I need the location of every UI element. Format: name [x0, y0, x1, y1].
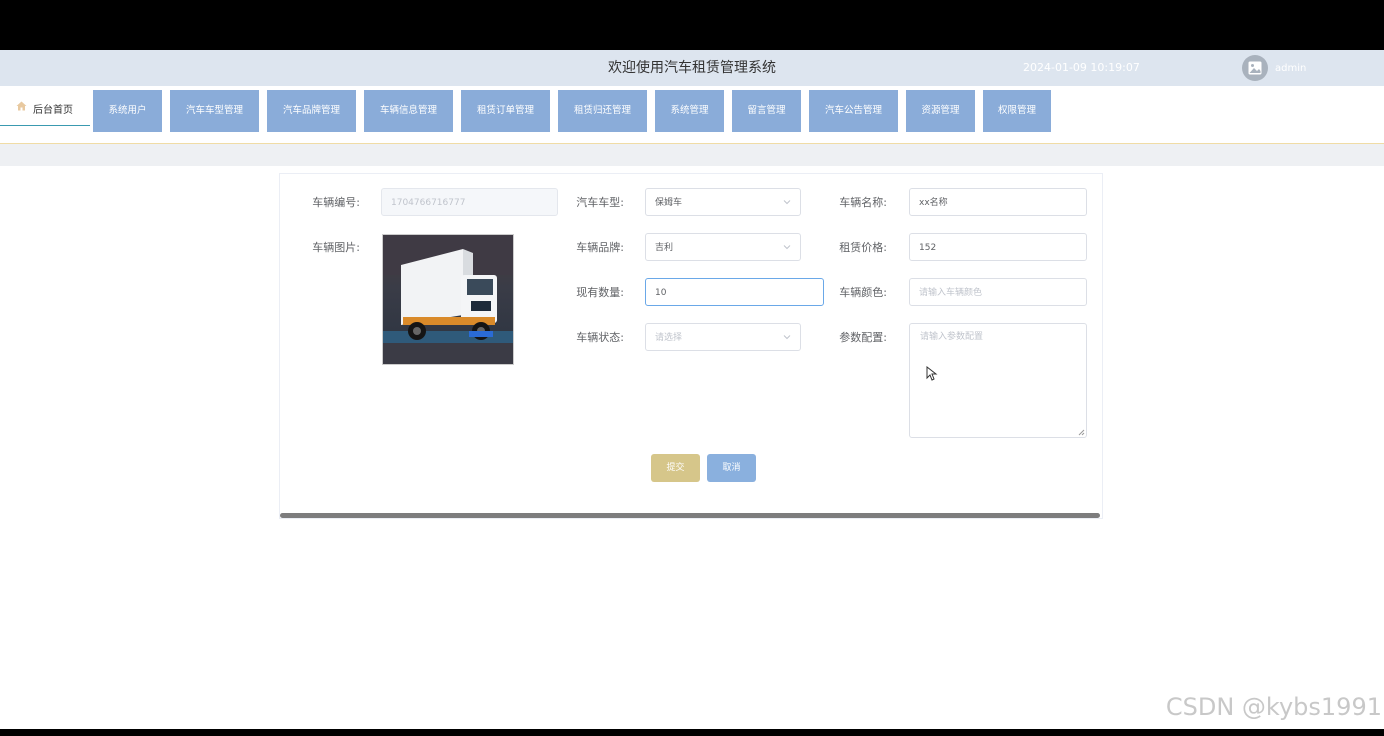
app-page: 欢迎使用汽车租赁管理系统 2024-01-09 10:19:07 admin 后…	[0, 50, 1384, 729]
vehicle-image-label: 车辆图片:	[312, 241, 360, 254]
chevron-down-icon	[783, 245, 791, 250]
quantity-label: 现有数量:	[576, 286, 624, 299]
resize-handle-icon[interactable]	[1078, 429, 1085, 436]
car-type-label: 汽车车型:	[576, 196, 624, 209]
status-placeholder: 请选择	[655, 333, 683, 343]
header-datetime: 2024-01-09 10:19:07	[1023, 61, 1140, 74]
truck-photo	[383, 235, 513, 364]
tab-home[interactable]: 后台首页	[0, 90, 90, 126]
home-icon	[16, 101, 27, 111]
mouse-cursor-icon	[926, 366, 938, 381]
nav-car-notice-management[interactable]: 汽车公告管理	[809, 90, 898, 132]
quantity-input[interactable]: 10	[645, 278, 824, 306]
submit-button[interactable]: 提交	[651, 454, 700, 482]
status-select[interactable]: 请选择	[645, 323, 801, 351]
vehicle-image[interactable]	[382, 234, 514, 365]
avatar[interactable]	[1242, 55, 1268, 81]
vehicle-form: 车辆编号: 1704766716777 汽车车型: 保姆车 车辆名称: xx名称…	[279, 173, 1103, 519]
brand-label: 车辆品牌:	[576, 241, 624, 254]
nav-vehicle-info-management[interactable]: 车辆信息管理	[364, 90, 453, 132]
brand-select[interactable]: 吉利	[645, 233, 801, 261]
chevron-down-icon	[783, 335, 791, 340]
vehicle-no-label: 车辆编号:	[312, 196, 360, 209]
nav-rental-return-management[interactable]: 租赁归还管理	[558, 90, 647, 132]
tab-home-label: 后台首页	[33, 105, 73, 116]
chevron-down-icon	[783, 200, 791, 205]
car-type-select[interactable]: 保姆车	[645, 188, 801, 216]
nav-rental-order-management[interactable]: 租赁订单管理	[461, 90, 550, 132]
car-type-value: 保姆车	[655, 198, 683, 208]
cancel-button[interactable]: 取消	[707, 454, 756, 482]
username[interactable]: admin	[1275, 50, 1306, 86]
top-nav: 后台首页 系统用户 汽车车型管理 汽车品牌管理 车辆信息管理 租赁订单管理 租赁…	[0, 86, 1384, 144]
config-placeholder: 请输入参数配置	[920, 332, 984, 342]
nav-resource-management[interactable]: 资源管理	[906, 90, 975, 132]
vehicle-no-field: 1704766716777	[381, 188, 558, 216]
brand-value: 吉利	[655, 243, 674, 253]
top-header: 欢迎使用汽车租赁管理系统 2024-01-09 10:19:07 admin	[0, 50, 1384, 86]
color-label: 车辆颜色:	[839, 286, 887, 299]
vehicle-name-input[interactable]: xx名称	[909, 188, 1087, 216]
color-input[interactable]: 请输入车辆颜色	[909, 278, 1087, 306]
nav-car-brand-management[interactable]: 汽车品牌管理	[267, 90, 356, 132]
rent-price-input[interactable]: 152	[909, 233, 1087, 261]
nav-car-type-management[interactable]: 汽车车型管理	[170, 90, 259, 132]
system-title: 欢迎使用汽车租赁管理系统	[608, 60, 776, 76]
nav-permission-management[interactable]: 权限管理	[983, 90, 1051, 132]
nav-message-management[interactable]: 留言管理	[732, 90, 801, 132]
config-label: 参数配置:	[839, 331, 887, 344]
rent-price-label: 租赁价格:	[839, 241, 887, 254]
status-label: 车辆状态:	[576, 331, 624, 344]
vehicle-name-label: 车辆名称:	[839, 196, 887, 209]
nav-system-users[interactable]: 系统用户	[93, 90, 162, 132]
nav-system-management[interactable]: 系统管理	[655, 90, 724, 132]
breadcrumb-band	[0, 144, 1384, 166]
horizontal-scrollbar[interactable]	[280, 513, 1100, 518]
watermark: CSDN @kybs1991	[1165, 693, 1382, 721]
image-icon	[1248, 61, 1262, 75]
